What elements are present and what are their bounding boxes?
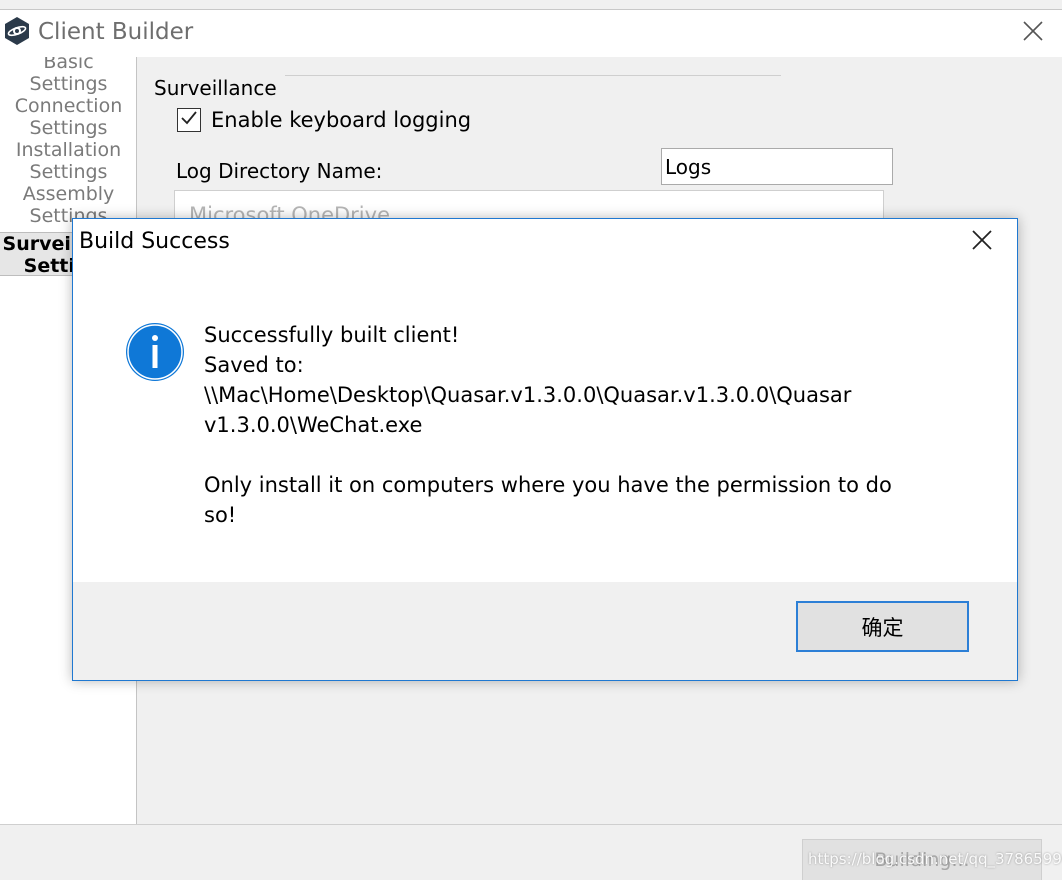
section-divider [285, 75, 781, 76]
message-gap [204, 440, 994, 470]
message-line: Saved to: [204, 353, 304, 377]
keylog-checkbox[interactable] [177, 108, 201, 132]
quasar-logo-icon [2, 16, 32, 46]
message-path-line: \\Mac\Home\Desktop\Quasar.v1.3.0.0\Quasa… [204, 383, 852, 407]
dialog-title: Build Success [79, 229, 230, 254]
section-title: Surveillance [154, 76, 277, 100]
message-path-line: v1.3.0.0\WeChat.exe [204, 413, 423, 437]
message-line: Successfully built client! [204, 323, 460, 347]
watermark: https://blog.csdn.net/qq_37865996 [808, 850, 1062, 868]
window-close-button[interactable] [1014, 16, 1052, 50]
build-success-dialog: Build Success Successfully built client!… [72, 218, 1018, 681]
message-warning-line: Only install it on computers where you h… [204, 473, 892, 497]
log-directory-input[interactable] [661, 148, 893, 185]
sidebar-item-connection-settings[interactable]: Connection Settings [0, 95, 136, 139]
window-title: Client Builder [38, 19, 194, 45]
log-directory-label: Log Directory Name: [176, 159, 383, 183]
dialog-message: Successfully built client! Saved to: \\M… [204, 320, 994, 530]
window-top-strip [0, 0, 1062, 10]
ok-button[interactable]: 确定 [796, 601, 969, 652]
checkmark-icon [179, 108, 199, 132]
sidebar-item-installation-settings[interactable]: Installation Settings [0, 139, 136, 183]
keylog-option[interactable]: Enable keyboard logging [177, 106, 471, 134]
dialog-footer: 确定 [73, 582, 1017, 680]
message-warning-line: so! [204, 503, 237, 527]
close-icon [1022, 20, 1044, 46]
dialog-close-button[interactable] [963, 225, 1001, 259]
keylog-label: Enable keyboard logging [211, 108, 472, 132]
close-icon [971, 229, 993, 255]
info-icon [125, 322, 185, 382]
sidebar-item-basic-settings[interactable]: Basic Settings [0, 57, 136, 95]
title-bar: Client Builder [0, 10, 1062, 57]
